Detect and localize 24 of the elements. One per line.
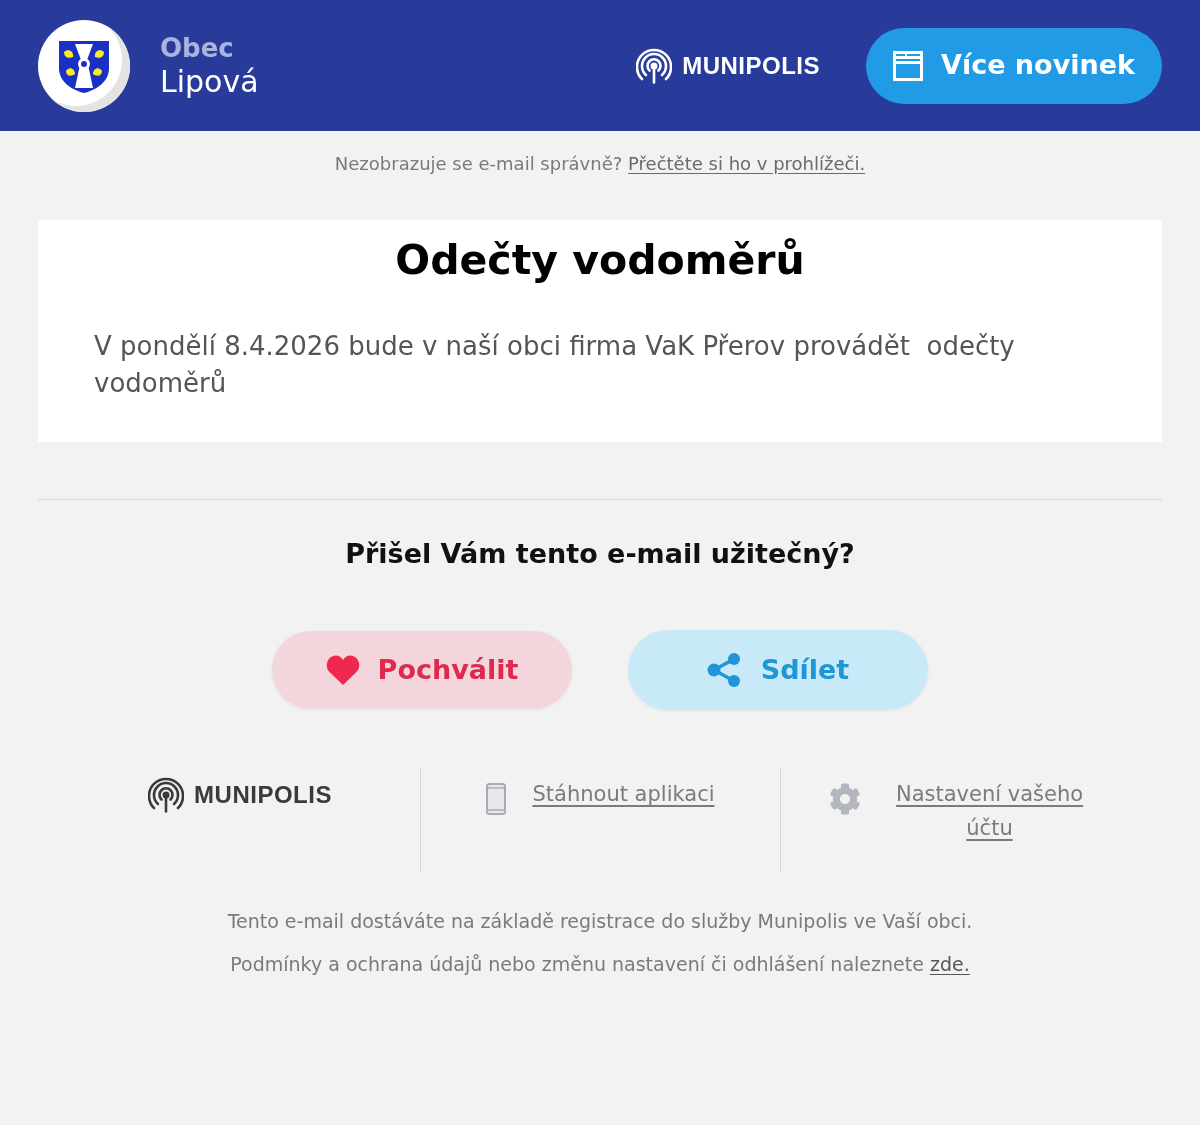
account-settings-link[interactable]: Nastavení vašeho účtu	[887, 777, 1092, 845]
heart-icon	[325, 655, 360, 685]
smartphone-icon	[486, 783, 507, 815]
brand-wordmark: MUNIPOLIS	[682, 53, 820, 78]
download-app-link[interactable]: Stáhnout aplikaci	[532, 777, 715, 811]
praise-button[interactable]: Pochválit	[272, 631, 572, 709]
gear-icon	[829, 783, 861, 815]
footer-note: Tento e-mail dostáváte na základě registrace do služby Munipolis ve Vaší obci.	[227, 909, 973, 934]
window-icon	[893, 50, 923, 81]
article-title: Odečty vodoměrů	[394, 235, 806, 285]
share-icon	[706, 653, 741, 687]
logo-title: Obec	[160, 31, 235, 64]
article-body: V pondělí 8.4.2026 bude v naší obci firma VaK Přerov provádět odečty vodoměrů	[94, 330, 1016, 400]
broadcast-icon	[636, 47, 673, 84]
brand-wordmark: MUNIPOLIS	[194, 783, 332, 807]
broadcast-icon	[148, 777, 185, 813]
more-news-button[interactable]: Více novinek	[866, 27, 1162, 104]
share-button[interactable]: Sdílet	[628, 630, 928, 710]
here-link[interactable]: zde.	[929, 953, 970, 975]
view-in-browser-link[interactable]: Přečtěte si ho v prohlížeči.	[628, 153, 866, 174]
footer-note: Podmínky a ochrana údajů nebo změnu nastavení či odhlášení naleznete zde.	[230, 952, 970, 977]
browser-notice: Nezobrazuje se e-mail správně? Přečtěte si ho v prohlížeči.	[333, 152, 867, 176]
feedback-question: Přišel Vám tento e-mail užitečný?	[344, 537, 856, 571]
logo-subtitle: Lipová	[160, 63, 259, 100]
